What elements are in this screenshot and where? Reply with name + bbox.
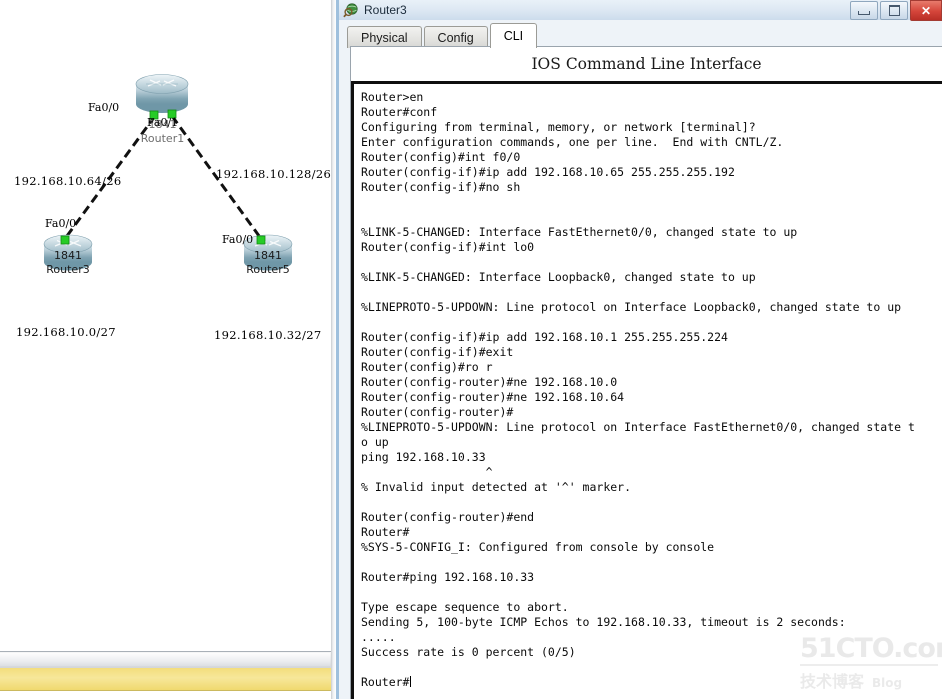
cli-line: ping 192.168.10.33 (361, 450, 486, 464)
text-cursor (410, 676, 412, 687)
cli-output-text[interactable]: Router>en Router#conf Configuring from ter… (354, 84, 942, 690)
cli-line: Router(config-if)#int lo0 (361, 240, 535, 254)
cli-line: Router(config-router)#end (361, 510, 535, 524)
cli-line: %SYS-5-CONFIG_I: Configured from console… (361, 540, 715, 554)
window-titlebar[interactable]: Router3 ✕ (339, 0, 942, 21)
cli-line: Enter configuration commands, one per li… (361, 135, 784, 149)
cli-body: IOS Command Line Interface Router>en Rout… (350, 46, 942, 699)
device-label-router3-hostname: Router3 (46, 263, 90, 276)
topology-bottom-toolbar[interactable] (0, 668, 331, 691)
cli-line: Router#ping 192.168.10.33 (361, 570, 535, 584)
device-label-router5-hostname: Router5 (246, 263, 290, 276)
cli-line: Router# (361, 525, 410, 539)
cli-line: Configuring from terminal, memory, or ne… (361, 120, 756, 134)
window-title: Router3 (364, 3, 407, 17)
device-label-router3-model: 1841 (54, 249, 82, 262)
cli-line: %LINK-5-CHANGED: Interface FastEthernet0… (361, 225, 798, 239)
cli-header-title: IOS Command Line Interface (351, 47, 942, 84)
cli-output-area[interactable]: Router>en Router#conf Configuring from ter… (351, 84, 942, 699)
topology-panel[interactable]: 1841 Router1 Fa0/0 Fa0/1 Fa0/0 Fa0/0 184… (0, 0, 336, 699)
topology-bottom-filler (0, 691, 331, 699)
link-status-indicator (60, 235, 70, 245)
port-label-fa01-router1: Fa0/1 (147, 116, 179, 129)
cli-line: Router(config-router)# (361, 405, 514, 419)
cli-line: ..... (361, 630, 396, 644)
device-label-router5-model: 1841 (254, 249, 282, 262)
cli-line: ^ (361, 465, 493, 479)
subnet-label-10-32-27: 192.168.10.32/27 (214, 328, 322, 342)
tab-cli[interactable]: CLI (489, 23, 538, 48)
close-button[interactable]: ✕ (910, 0, 942, 21)
cli-line: Router>en (361, 90, 424, 104)
cli-line: Router#conf (361, 105, 438, 119)
link-status-indicator (256, 235, 266, 245)
topology-horizontal-scrollbar[interactable] (0, 651, 331, 669)
cli-line: %LINEPROTO-5-UPDOWN: Line protocol on In… (361, 420, 915, 434)
cli-line: Router(config-if)#no sh (361, 180, 521, 194)
cli-window: Router3 ✕ Physical Config CLI IOS Comman… (336, 0, 942, 699)
port-label-fa00-router1: Fa0/0 (88, 101, 120, 114)
cli-line (361, 495, 942, 510)
port-label-fa00-router3: Fa0/0 (45, 217, 77, 230)
cli-line: o up (361, 435, 389, 449)
minimize-button[interactable] (850, 1, 878, 20)
cli-line: Router(config-if)#ip add 192.168.10.1 25… (361, 330, 728, 344)
close-icon: ✕ (920, 3, 932, 18)
cli-line (361, 195, 942, 210)
cli-line (361, 255, 942, 270)
cli-line: Router# (361, 675, 412, 689)
cli-line: Router(config)#int f0/0 (361, 150, 521, 164)
cli-line: %LINK-5-CHANGED: Interface Loopback0, ch… (361, 270, 756, 284)
topology-canvas[interactable]: 1841 Router1 Fa0/0 Fa0/1 Fa0/0 Fa0/0 184… (0, 0, 331, 650)
cli-line: % Invalid input detected at '^' marker. (361, 480, 632, 494)
cli-line (361, 585, 942, 600)
cli-line: Router(config-router)#ne 192.168.10.64 (361, 390, 625, 404)
cli-line: Router(config-if)#exit (361, 345, 514, 359)
cli-line: Success rate is 0 percent (0/5) (361, 645, 576, 659)
packet-tracer-device-icon (343, 2, 359, 18)
tab-physical[interactable]: Physical (347, 26, 422, 48)
cli-line (361, 555, 942, 570)
cli-line (361, 210, 942, 225)
cli-line: Type escape sequence to abort. (361, 600, 569, 614)
tabstrip[interactable]: Physical Config CLI (347, 23, 942, 48)
subnet-label-10-0-27: 192.168.10.0/27 (16, 325, 116, 339)
cli-line: %LINEPROTO-5-UPDOWN: Line protocol on In… (361, 300, 902, 314)
scrollbar-thumb[interactable] (0, 653, 330, 666)
cli-line (361, 315, 942, 330)
device-label-router1-hostname: Router1 (140, 132, 185, 145)
port-label-fa00-router5: Fa0/0 (222, 233, 254, 246)
subnet-label-10-64-26: 192.168.10.64/26 (14, 174, 122, 188)
subnet-label-10-128-26: 192.168.10.128/26 (216, 167, 332, 181)
maximize-button[interactable] (880, 1, 908, 20)
cli-line (361, 285, 942, 300)
cli-line: Router(config-router)#ne 192.168.10.0 (361, 375, 618, 389)
tab-config[interactable]: Config (423, 26, 488, 48)
window-controls[interactable]: ✕ (850, 0, 942, 21)
cli-line (361, 660, 942, 675)
device-router1 (135, 74, 189, 113)
screen: 1841 Router1 Fa0/0 Fa0/1 Fa0/0 Fa0/0 184… (0, 0, 942, 699)
cli-line: Router(config)#ro r (361, 360, 493, 374)
cli-line: Router(config-if)#ip add 192.168.10.65 2… (361, 165, 735, 179)
cli-line: Sending 5, 100-byte ICMP Echos to 192.16… (361, 615, 846, 629)
